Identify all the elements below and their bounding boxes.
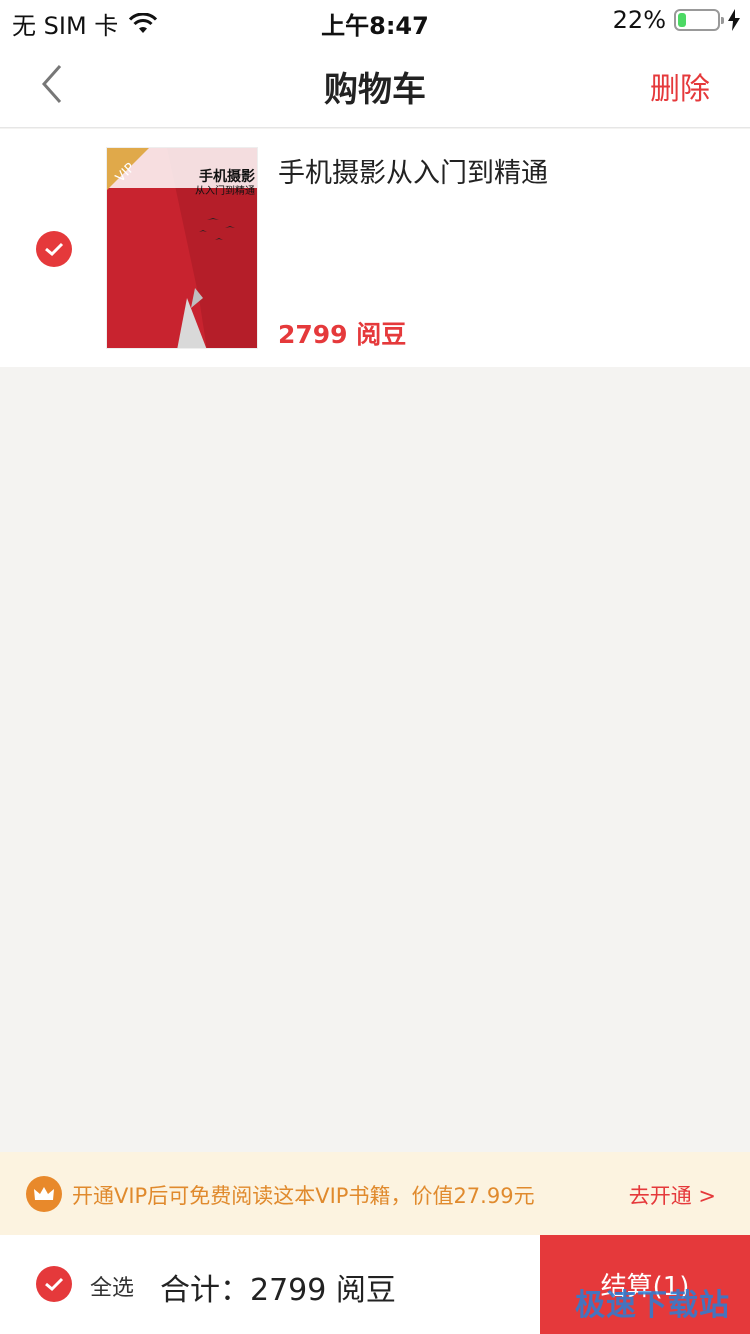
nav-bar: 购物车 删除 [0, 40, 750, 128]
delete-button[interactable]: 删除 [650, 64, 710, 108]
crown-icon [26, 1176, 62, 1212]
cover-title: 手机摄影 [199, 168, 255, 185]
battery-percent: 22% [612, 6, 666, 34]
vip-banner[interactable]: 开通VIP后可免费阅读这本VIP书籍，价值27.99元 去开通 > [0, 1152, 750, 1235]
open-vip-link[interactable]: 去开通 > [629, 1180, 716, 1210]
battery-fill [678, 13, 686, 27]
bottom-bar: 全选 合计：2799 阅豆 结算(1) 极速下载站 [0, 1235, 750, 1334]
page-title: 购物车 [324, 70, 426, 110]
item-price: 2799 阅豆 [278, 320, 407, 349]
item-checkbox[interactable] [36, 231, 72, 267]
vip-promo-text: 开通VIP后可免费阅读这本VIP书籍，价值27.99元 [72, 1184, 535, 1208]
item-title[interactable]: 手机摄影从入门到精通 [278, 151, 548, 190]
book-cover-art: VIP 手机摄影 从入门到精通 [107, 148, 257, 348]
cart-item[interactable]: VIP 手机摄影 从入门到精通 手机摄影从入门到精通 2799 阅豆 [0, 129, 750, 367]
book-cover[interactable]: VIP 手机摄影 从入门到精通 [106, 147, 258, 349]
select-all-checkbox[interactable] [36, 1266, 72, 1302]
total-amount: 合计：2799 阅豆 [160, 1273, 396, 1308]
checkmark-icon [45, 1277, 64, 1292]
bolt-icon [728, 9, 740, 31]
checkout-button[interactable]: 结算(1) [540, 1235, 750, 1334]
status-bar-right: 22% [613, 6, 740, 34]
cover-subtitle: 从入门到精通 [195, 184, 255, 197]
checkmark-icon [45, 242, 64, 257]
select-all-label[interactable]: 全选 [90, 1270, 134, 1302]
battery-icon [674, 9, 724, 31]
status-bar: 无 SIM 卡 上午8:47 22% [0, 0, 750, 40]
